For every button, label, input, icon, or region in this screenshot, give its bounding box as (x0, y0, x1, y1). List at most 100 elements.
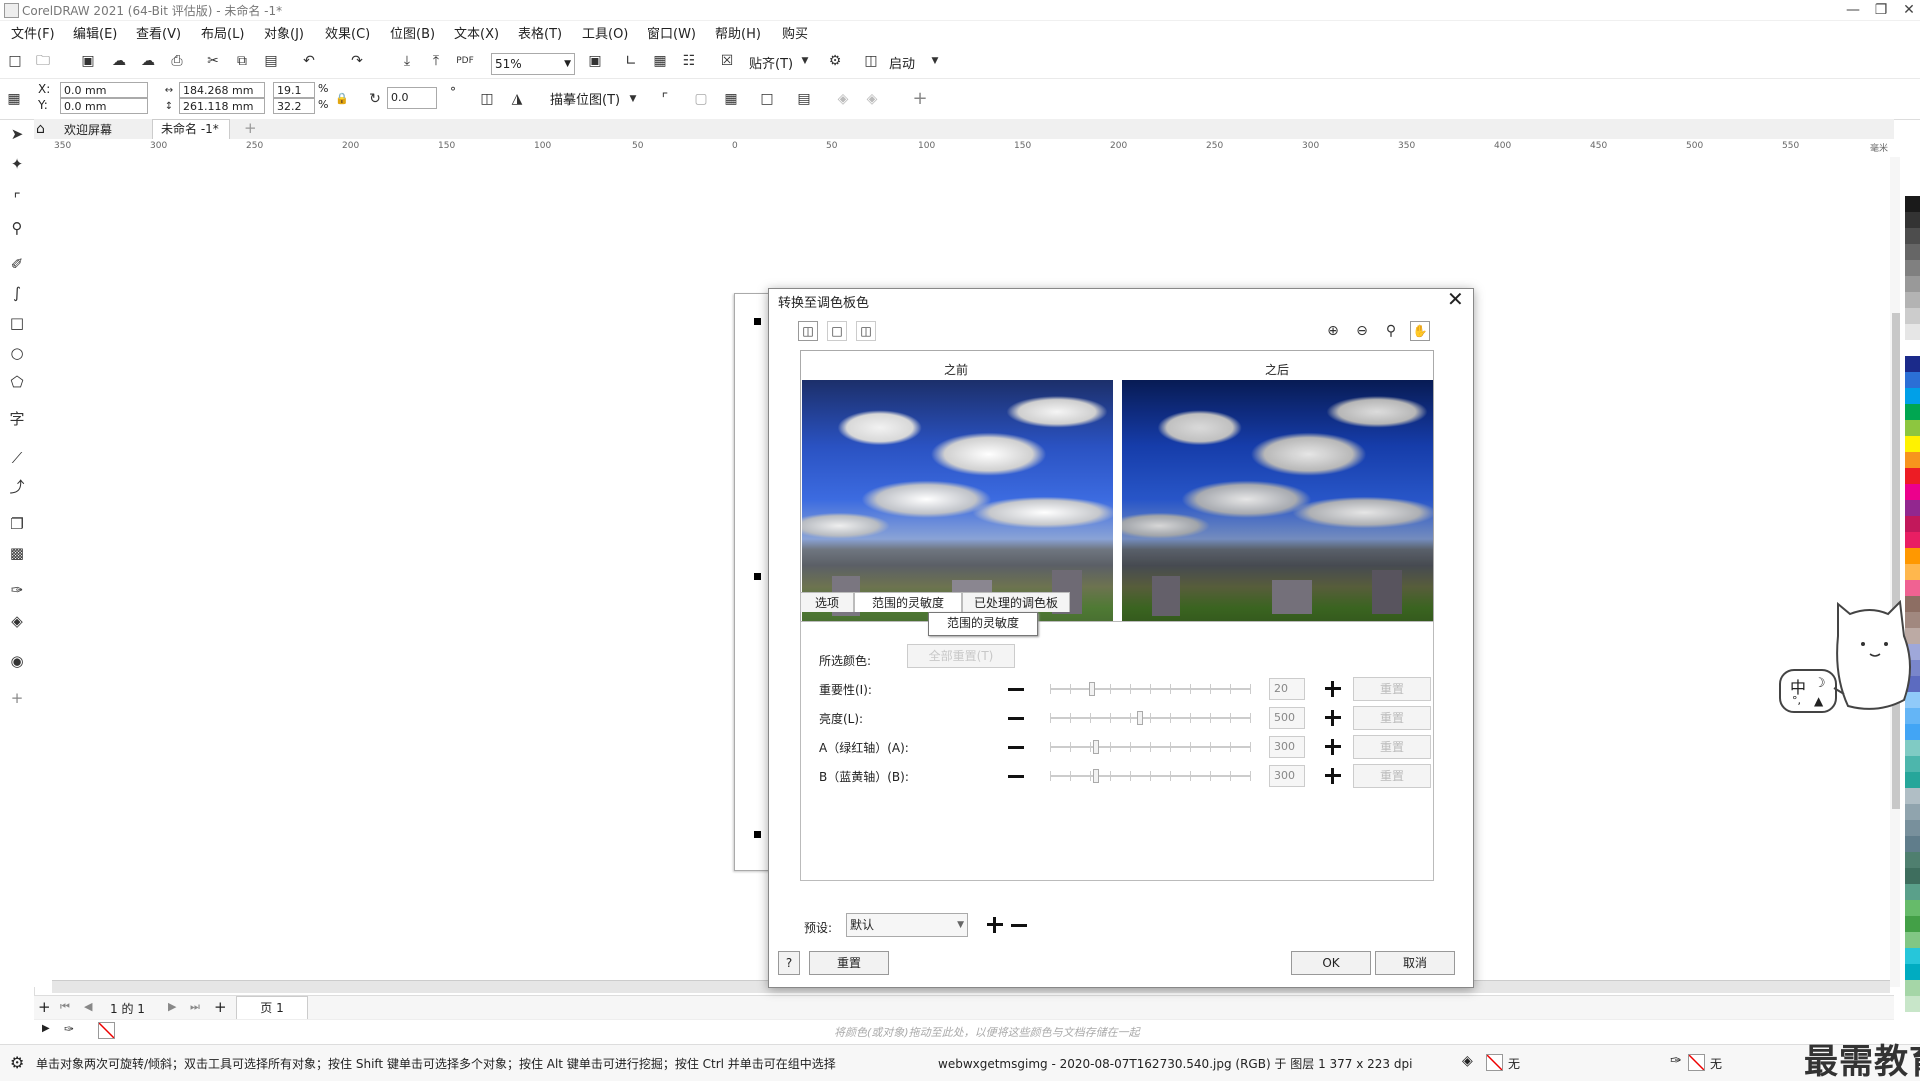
slider-thumb[interactable] (1137, 711, 1143, 725)
paste-icon[interactable]: ▤ (262, 52, 280, 70)
cancel-button[interactable]: 取消 (1375, 951, 1455, 975)
slider-thumb[interactable] (1093, 769, 1099, 783)
color-swatch[interactable] (1905, 772, 1920, 788)
color-swatch[interactable] (1905, 388, 1920, 404)
color-swatch[interactable] (1905, 932, 1920, 948)
color-swatch[interactable] (1905, 868, 1920, 884)
tab-document[interactable]: 未命名 -1* (152, 119, 230, 139)
color-swatch[interactable] (1905, 196, 1920, 212)
polygon-tool-icon[interactable]: ⬠ (7, 372, 27, 392)
outline-none-swatch[interactable] (1688, 1054, 1705, 1071)
connector-tool-icon[interactable]: ⤴ (7, 477, 27, 497)
smart-fill-icon[interactable]: ◉ (7, 651, 27, 671)
importance-value[interactable]: 20 (1269, 678, 1305, 700)
eyedropper-icon[interactable]: ✑ (64, 1022, 74, 1036)
color-swatch[interactable] (1905, 260, 1920, 276)
menu-help[interactable]: 帮助(H) (715, 23, 761, 42)
decrease-lightness-button[interactable] (1008, 717, 1024, 720)
decrease-b-axis-button[interactable] (1008, 775, 1024, 778)
reset-importance-button[interactable]: 重置 (1353, 677, 1431, 701)
color-swatch[interactable] (1905, 916, 1920, 932)
color-swatch[interactable] (1905, 788, 1920, 804)
artistic-media-icon[interactable]: ∫ (7, 283, 27, 303)
import-icon[interactable]: ⤓ (398, 52, 416, 70)
shape-tool-icon[interactable]: ✦ (7, 154, 27, 174)
full-screen-icon[interactable]: ▣ (586, 52, 604, 70)
new-document-icon[interactable]: □ (6, 52, 24, 70)
color-swatch[interactable] (1905, 532, 1920, 548)
fill-none-swatch[interactable] (1486, 1054, 1503, 1071)
color-swatch[interactable] (1905, 564, 1920, 580)
cloud-upload-icon[interactable]: ☁ (139, 52, 157, 70)
transparency-tool-icon[interactable]: ▩ (7, 543, 27, 563)
color-swatch[interactable] (1905, 884, 1920, 900)
close-icon[interactable]: ✕ (1894, 0, 1920, 20)
gear-icon[interactable]: ⚙ (10, 1053, 24, 1072)
text-tool-icon[interactable]: 字 (7, 409, 27, 429)
zoom-in-icon[interactable]: ⊕ (1323, 321, 1343, 341)
reset-a-axis-button[interactable]: 重置 (1353, 735, 1431, 759)
show-guidelines-icon[interactable]: ☷ (680, 52, 698, 70)
color-swatch[interactable] (1905, 340, 1920, 356)
add-preset-button[interactable] (987, 917, 1003, 933)
object-origin-icon[interactable]: ▦ (5, 90, 23, 108)
launch-app-icon[interactable]: ◫ (862, 52, 880, 70)
lock-ratio-icon[interactable]: 🔒 (333, 90, 351, 108)
color-swatch[interactable] (1905, 420, 1920, 436)
color-swatch[interactable] (1905, 356, 1920, 372)
split-preview-icon[interactable]: ◫ (856, 321, 876, 341)
b-axis-value[interactable]: 300 (1269, 765, 1305, 787)
selection-handle[interactable] (754, 573, 761, 580)
color-swatch[interactable] (1905, 964, 1920, 980)
color-swatch[interactable] (1905, 244, 1920, 260)
zoom-tool-icon[interactable]: ⚲ (7, 218, 27, 238)
a-axis-value[interactable]: 300 (1269, 736, 1305, 758)
color-swatch[interactable] (1905, 484, 1920, 500)
ellipse-tool-icon[interactable]: ○ (7, 343, 27, 363)
color-swatch[interactable] (1905, 836, 1920, 852)
split-view-icon[interactable]: ◫ (798, 321, 818, 341)
scale-width-input[interactable]: 19.1 (273, 82, 315, 98)
menu-edit[interactable]: 编辑(E) (73, 23, 117, 42)
increase-importance-button[interactable] (1325, 681, 1341, 697)
export-icon[interactable]: ⤒ (427, 52, 445, 70)
color-swatch[interactable] (1905, 212, 1920, 228)
color-swatch[interactable] (1905, 756, 1920, 772)
show-grid-icon[interactable]: ▦ (651, 52, 669, 70)
freehand-tool-icon[interactable]: ✐ (7, 254, 27, 274)
tab-processed-palette[interactable]: 已处理的调色板 (962, 592, 1070, 612)
color-swatch[interactable] (1905, 372, 1920, 388)
ok-button[interactable]: OK (1291, 951, 1371, 975)
close-icon[interactable]: ✕ (1447, 287, 1464, 311)
menu-layout[interactable]: 布局(L) (201, 23, 244, 42)
rotate-icon[interactable]: ↻ (366, 90, 384, 108)
color-swatch[interactable] (1905, 852, 1920, 868)
increase-b-axis-button[interactable] (1325, 768, 1341, 784)
color-swatch[interactable] (1905, 548, 1920, 564)
color-swatch[interactable] (1905, 404, 1920, 420)
vertical-scrollbar[interactable] (1890, 157, 1900, 987)
add-page-icon[interactable]: + (38, 998, 51, 1016)
rectangle-tool-icon[interactable]: □ (7, 313, 27, 333)
copy-icon[interactable]: ⧉ (233, 52, 251, 70)
color-swatch[interactable] (1905, 452, 1920, 468)
reset-lightness-button[interactable]: 重置 (1353, 706, 1431, 730)
resample-icon[interactable]: ▢ (692, 90, 710, 108)
help-button[interactable]: ? (778, 951, 800, 975)
importance-slider[interactable] (1050, 682, 1251, 696)
trace-bitmap-menu[interactable]: 描摹位图(T) (550, 89, 620, 108)
page-tab[interactable]: 页 1 (236, 996, 308, 1020)
zoom-level-select[interactable]: 51% ▼ (491, 53, 575, 75)
tab-range-sensitivity[interactable]: 范围的灵敏度 (854, 592, 962, 612)
color-swatch[interactable] (1905, 948, 1920, 964)
eyedropper-icon[interactable]: ✑ (7, 580, 27, 600)
menu-tools[interactable]: 工具(O) (582, 23, 628, 42)
open-folder-icon[interactable]: 🗀 (34, 52, 52, 70)
no-color-swatch[interactable] (98, 1022, 115, 1039)
menu-view[interactable]: 查看(V) (136, 23, 181, 42)
lightness-slider[interactable] (1050, 711, 1251, 725)
scrollbar-thumb[interactable] (1892, 313, 1900, 809)
color-swatch[interactable] (1905, 724, 1920, 740)
undo-icon[interactable]: ↶ (300, 52, 318, 70)
chevron-right-icon[interactable]: ▶ (42, 1023, 50, 1034)
